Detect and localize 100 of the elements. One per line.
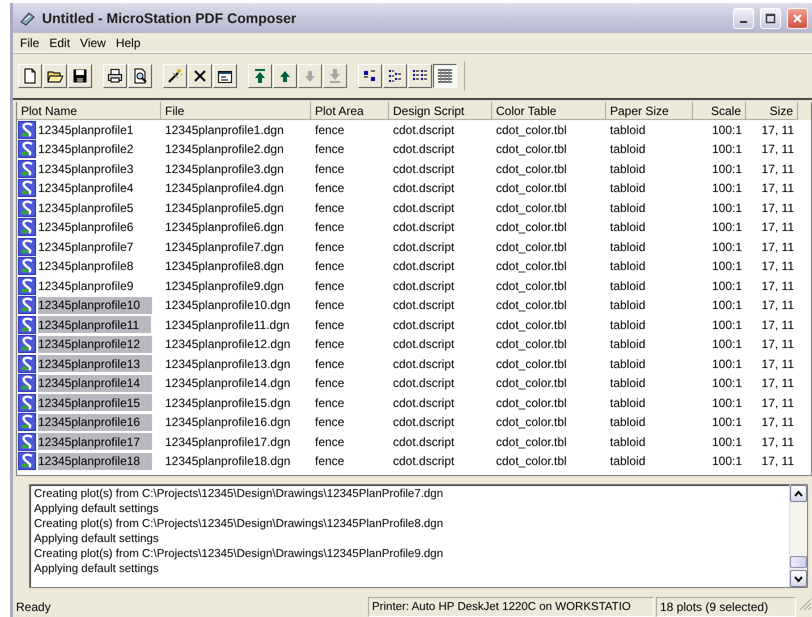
table-cell-text: tabloid: [609, 200, 646, 217]
column-header[interactable]: Paper Size: [606, 102, 693, 120]
chevron-up-icon: [794, 490, 803, 498]
small-icons-view-icon: [387, 68, 403, 84]
scroll-down-button[interactable]: [790, 570, 807, 587]
column-header[interactable]: Scale: [693, 102, 746, 120]
new-file-button[interactable]: [18, 64, 42, 88]
table-cell-text: cdot.dscript: [392, 336, 456, 354]
table-cell-text: tabloid: [609, 122, 646, 139]
save-button[interactable]: [68, 64, 92, 88]
table-cell-text: cdot_color.tbl: [495, 434, 568, 451]
table-cell-text: 12345planprofile17.dgn: [164, 434, 292, 451]
table-cell-text: fence: [314, 278, 346, 295]
print-preview-button[interactable]: [128, 64, 152, 88]
table-cell-text: cdot_color.tbl: [495, 336, 568, 354]
table-cell-text: fence: [314, 394, 346, 412]
table-cell-text: 100:1: [710, 375, 743, 392]
table-cell-text: cdot_color.tbl: [495, 200, 568, 217]
table-cell-text: 17, 11: [760, 278, 795, 295]
large-buttons-view-icon[interactable]: [358, 64, 382, 88]
table-cell-text: cdot.dscript: [392, 297, 456, 314]
table-cell-text: cdot.dscript: [392, 219, 456, 236]
column-header[interactable]: File: [161, 102, 311, 120]
plot-name[interactable]: 12345planprofile5: [38, 199, 146, 216]
menu-item[interactable]: Help: [110, 34, 146, 50]
table-cell-text: 12345planprofile14.dgn: [164, 375, 292, 392]
menu-item[interactable]: View: [75, 34, 111, 50]
status-text: Printer: Auto HP DeskJet 1220C on WORKSTATIO: [368, 597, 654, 617]
plot-name[interactable]: 12345planprofile7: [38, 238, 146, 256]
plot-name[interactable]: 12345planprofile3: [38, 160, 146, 178]
minimize-button[interactable]: [733, 8, 754, 28]
list-view-button[interactable]: [408, 64, 432, 88]
table-cell-text: cdot_color.tbl: [495, 238, 568, 256]
table-cell-text: 12345planprofile18.dgn: [164, 453, 292, 470]
table-cell-text: tabloid: [609, 394, 646, 412]
table-cell-text: tabloid: [609, 219, 646, 236]
menu-item[interactable]: Edit: [44, 34, 76, 50]
table-cell-text: 12345planprofile1.dgn: [164, 122, 285, 139]
table-cell-text: cdot_color.tbl: [495, 414, 568, 432]
plot-name[interactable]: 12345planprofile18: [38, 452, 152, 470]
move-up-button[interactable]: [273, 64, 297, 88]
small-buttons-view-icon[interactable]: [383, 64, 407, 88]
plot-name[interactable]: 12345planprofile17: [38, 433, 152, 450]
scroll-thumb[interactable]: [790, 556, 807, 568]
table-cell-text: fence: [314, 297, 346, 314]
plot-name[interactable]: 12345planprofile11: [38, 316, 152, 334]
table-cell-text: 100:1: [710, 356, 743, 373]
table-cell-text: 12345planprofile2.dgn: [164, 141, 285, 158]
plot-name[interactable]: 12345planprofile15: [38, 394, 152, 412]
resize-grip-icon[interactable]: [798, 597, 812, 611]
magic-wand-button[interactable]: [163, 64, 187, 88]
table-cell-text: fence: [314, 316, 346, 334]
menu-item[interactable]: File: [15, 34, 44, 50]
table-cell-text: cdot_color.tbl: [495, 180, 568, 198]
table-cell-text: 17, 11: [760, 336, 795, 354]
table-cell-text: tabloid: [609, 141, 646, 158]
column-header[interactable]: Plot Name: [17, 102, 161, 120]
table-cell-text: cdot_color.tbl: [495, 375, 568, 392]
table-cell-text: tabloid: [609, 453, 646, 470]
table-cell-text: fence: [314, 180, 346, 198]
properties-icon: [217, 68, 233, 84]
table-cell-text: cdot.dscript: [392, 238, 456, 256]
column-header[interactable]: Size: [746, 102, 798, 120]
plot-name[interactable]: 12345planprofile9: [38, 277, 146, 294]
table-cell-text: cdot_color.tbl: [495, 219, 568, 236]
table-cell-text: 17, 11: [760, 297, 795, 314]
maximize-icon: [765, 12, 776, 24]
plot-name[interactable]: 12345planprofile14: [38, 374, 152, 392]
details-view-button[interactable]: [433, 64, 457, 88]
open-folder-button[interactable]: [43, 64, 67, 88]
table-cell-text: fence: [314, 238, 346, 256]
table-cell-text: cdot.dscript: [392, 141, 456, 158]
maximize-button[interactable]: [760, 8, 781, 28]
move-to-top-button[interactable]: [248, 64, 272, 88]
plot-name[interactable]: 12345planprofile16: [38, 414, 152, 431]
plot-name[interactable]: 12345planprofile6: [38, 218, 146, 236]
log-line: Applying default settings: [34, 562, 160, 577]
printer-button[interactable]: [103, 64, 127, 88]
plot-name[interactable]: 12345planprofile1: [38, 121, 146, 138]
table-cell-text: tabloid: [609, 375, 646, 392]
plot-name[interactable]: 12345planprofile4: [38, 180, 146, 197]
printer-icon: [107, 68, 123, 84]
plot-name[interactable]: 12345planprofile13: [38, 355, 152, 372]
table-cell-text: 100:1: [710, 316, 743, 334]
table-cell-text: 100:1: [710, 238, 743, 256]
column-header[interactable]: Plot Area: [311, 102, 389, 120]
plot-name[interactable]: 12345planprofile10: [38, 296, 152, 314]
table-cell-text: 100:1: [710, 258, 743, 276]
properties-button[interactable]: [213, 64, 237, 88]
table-cell-text: cdot.dscript: [392, 200, 456, 217]
close-button[interactable]: [787, 8, 808, 28]
table-cell-text: 100:1: [710, 200, 743, 217]
plot-name[interactable]: 12345planprofile2: [38, 140, 146, 158]
table-cell-text: cdot.dscript: [392, 160, 456, 178]
plot-name[interactable]: 12345planprofile12: [38, 336, 152, 353]
delete-button[interactable]: [188, 64, 212, 88]
column-header[interactable]: Color Table: [492, 102, 606, 120]
scroll-up-button[interactable]: [790, 485, 807, 502]
plot-name[interactable]: 12345planprofile8: [38, 258, 146, 275]
column-header[interactable]: Design Script: [389, 102, 492, 120]
